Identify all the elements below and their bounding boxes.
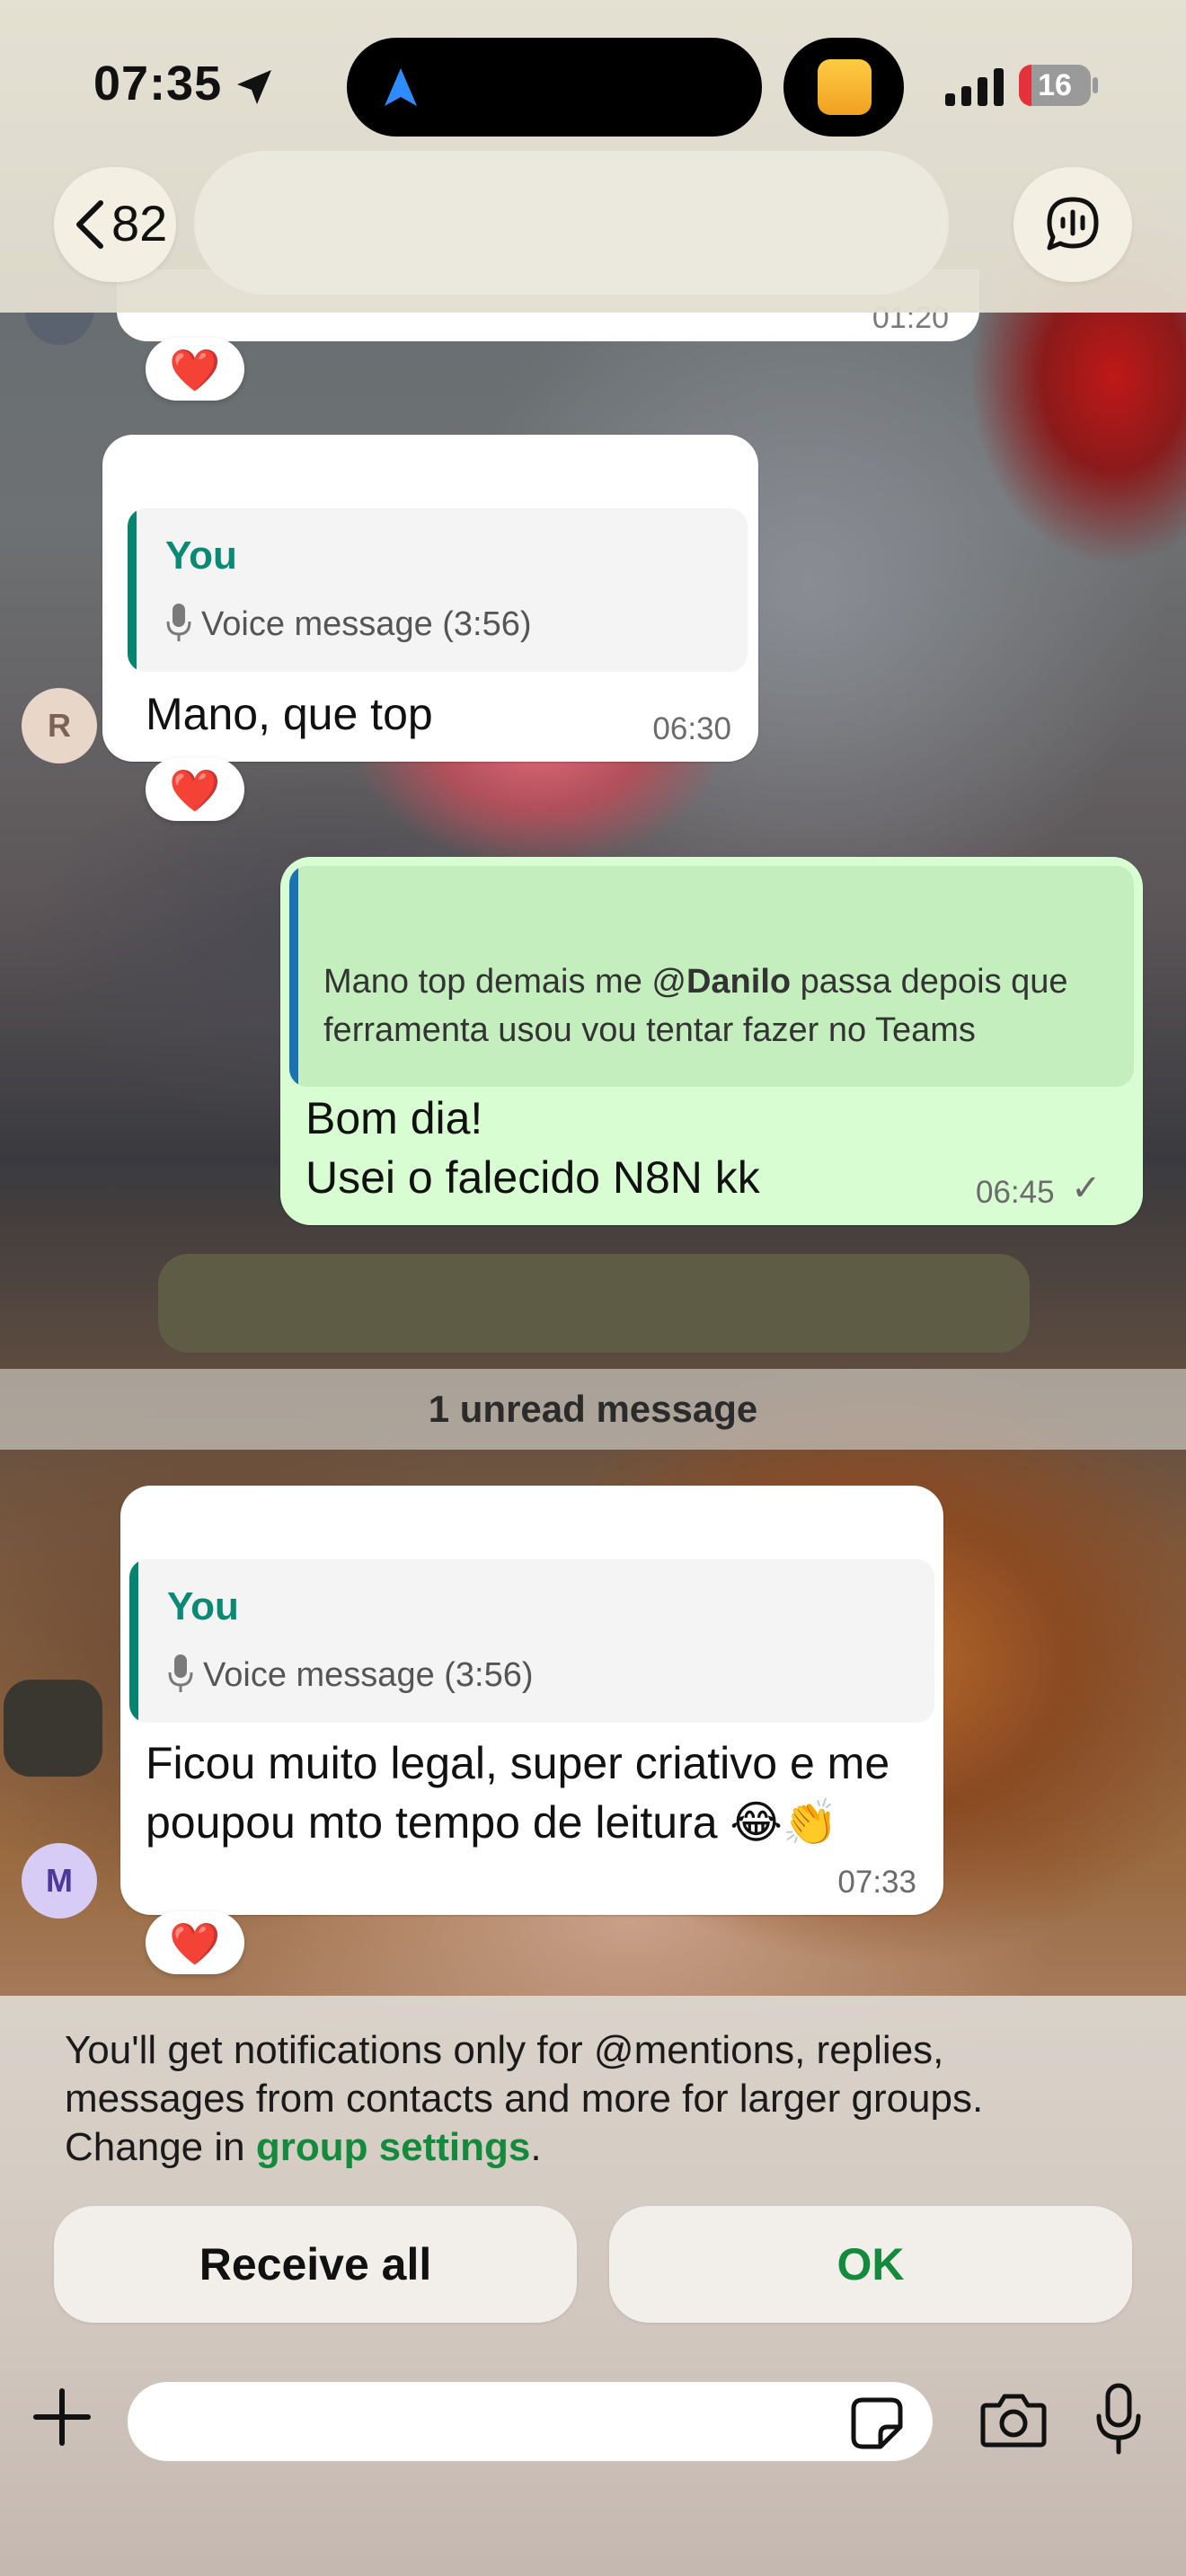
app-icon <box>818 59 872 115</box>
receive-all-button[interactable]: Receive all <box>54 2206 577 2323</box>
back-button[interactable]: 82 <box>54 167 176 282</box>
sticker-icon[interactable] <box>850 2396 904 2450</box>
sent-check-icon: ✓ <box>1071 1169 1102 1208</box>
chevron-left-icon <box>76 200 103 249</box>
message-time: 06:30 <box>652 711 731 746</box>
microphone-icon[interactable] <box>1094 2382 1143 2456</box>
battery-icon: 16 <box>1019 65 1100 106</box>
group-settings-link[interactable]: group settings <box>256 2125 531 2169</box>
message-text-line1: Ficou muito legal, super criativo e me <box>146 1738 890 1788</box>
quote-text: Mano top demais me @Danilo passa depois … <box>323 957 1114 1054</box>
reaction-heart[interactable]: ❤️ <box>146 338 244 401</box>
microphone-icon <box>166 604 191 641</box>
quote-sender: You <box>167 1584 239 1628</box>
message-text-line2: poupou mto tempo de leitura 😂👏 <box>146 1797 839 1848</box>
voice-chat-button[interactable] <box>1013 167 1132 282</box>
ok-button[interactable]: OK <box>609 2206 1132 2323</box>
message-text: Mano, que top <box>146 689 433 739</box>
quote-bar <box>129 1559 138 1723</box>
unread-count: 82 <box>111 195 168 251</box>
redacted-avatar <box>4 1680 102 1777</box>
reply-quote[interactable]: Mano top demais me @Danilo passa depois … <box>289 866 1134 1087</box>
avatar[interactable]: M <box>22 1843 97 1919</box>
quote-voice-text: Voice message (3:56) <box>201 605 532 643</box>
status-time: 07:35 <box>93 57 223 110</box>
camera-icon[interactable] <box>979 2389 1048 2450</box>
microphone-icon <box>168 1654 193 1692</box>
reply-quote[interactable]: You Voice message (3:56) <box>129 1559 934 1723</box>
plus-icon[interactable] <box>31 2386 93 2448</box>
navigation-icon <box>385 68 417 106</box>
signal-icon <box>945 68 1004 106</box>
avatar[interactable]: R <box>22 688 97 763</box>
reply-quote[interactable]: You Voice message (3:56) <box>128 508 748 672</box>
message-bubble-incoming[interactable]: You Voice message (3:56) Ficou muito leg… <box>120 1486 943 1915</box>
quote-bar <box>289 866 298 1087</box>
battery-nub <box>1093 77 1098 93</box>
unread-banner: 1 unread message <box>0 1369 1186 1450</box>
reaction-heart[interactable]: ❤️ <box>146 1911 244 1974</box>
battery-body: 16 <box>1019 65 1091 106</box>
location-arrow-icon <box>237 70 271 104</box>
message-input[interactable] <box>128 2382 933 2461</box>
message-bubble-incoming[interactable]: You Voice message (3:56) Mano, que top 0… <box>102 435 758 762</box>
quote-bar <box>128 508 137 672</box>
quote-voice-text: Voice message (3:56) <box>203 1656 534 1694</box>
message-time: 06:45 <box>976 1175 1055 1210</box>
quote-text-start: Mano top demais me @ <box>323 963 686 1001</box>
message-bubble-outgoing[interactable]: Mano top demais me @Danilo passa depois … <box>280 857 1143 1225</box>
message-text-line2: Usei o falecido N8N kk <box>305 1152 760 1203</box>
message-time: 07:33 <box>837 1865 916 1900</box>
reaction-heart[interactable]: ❤️ <box>146 758 244 821</box>
chat-title[interactable] <box>194 151 949 295</box>
redacted-bar <box>158 1254 1030 1353</box>
notice-end: . <box>530 2125 542 2169</box>
mention-danilo[interactable]: Danilo <box>686 963 791 1001</box>
message-text-line1: Bom dia! <box>305 1093 483 1143</box>
notification-notice: You'll get notifications only for @menti… <box>65 2026 1125 2172</box>
quote-sender: You <box>165 534 237 578</box>
battery-percent: 16 <box>1038 68 1072 102</box>
voice-chat-icon <box>1047 197 1099 251</box>
